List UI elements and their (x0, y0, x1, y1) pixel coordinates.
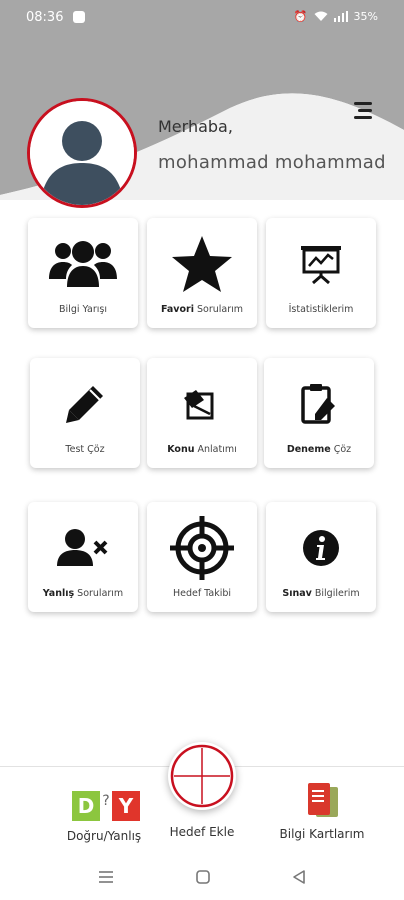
username-text: mohammad mohammad (158, 152, 386, 173)
card-bilgi-yarisi[interactable]: Bilgi Yarışı (28, 218, 138, 328)
back-icon[interactable] (291, 869, 307, 885)
card-deneme-coz[interactable]: Deneme Çöz (264, 358, 374, 468)
wifi-icon (314, 11, 328, 21)
card-konu-anlatimi[interactable]: Konu Anlatımı (147, 358, 257, 468)
menu-icon[interactable] (352, 101, 374, 119)
presentation-chart-icon (266, 236, 376, 292)
alarm-icon: ⏰ (293, 10, 308, 23)
crosshair-icon (147, 516, 257, 580)
users-icon (28, 236, 138, 292)
pencil-icon (30, 376, 140, 432)
card-label: Yanlış Sorularım (42, 588, 124, 599)
star-icon (147, 236, 257, 292)
nav-hedef-ekle-label-wrap: Hedef Ekle (152, 825, 252, 839)
flashcards-icon (302, 781, 342, 821)
hedef-ekle-button[interactable] (168, 742, 236, 810)
book-edit-icon (147, 376, 257, 432)
nav-bilgi-kartlarim[interactable]: Bilgi Kartlarım (270, 781, 374, 841)
avatar[interactable] (27, 98, 137, 208)
nav-dogru-yanlis-label: Doğru/Yanlış (66, 829, 142, 843)
card-label: Deneme Çöz (286, 444, 352, 455)
card-label: Sınav Bilgilerim (282, 588, 360, 599)
battery-level: 35% (353, 10, 378, 23)
recents-icon[interactable] (98, 869, 114, 885)
notification-icon (73, 11, 85, 23)
target-add-icon (170, 744, 234, 808)
card-test-coz[interactable]: Test Çöz (30, 358, 140, 468)
card-label: İstatistiklerim (288, 304, 354, 315)
greeting-text: Merhaba, (158, 117, 233, 136)
card-label: Konu Anlatımı (167, 444, 237, 455)
nav-hedef-ekle-label: Hedef Ekle (169, 825, 235, 839)
home-icon[interactable] (195, 869, 211, 885)
card-label: Bilgi Yarışı (59, 304, 107, 315)
card-sinav-bilgilerim[interactable]: Sınav Bilgilerim (266, 502, 376, 612)
clipboard-edit-icon (264, 376, 374, 432)
dogru-yanlis-icon: D ? Y (64, 789, 144, 823)
signal-icon (333, 11, 348, 22)
card-istatistiklerim[interactable]: İstatistiklerim (266, 218, 376, 328)
card-label: Hedef Takibi (172, 588, 232, 599)
status-time: 08:36 (26, 10, 64, 25)
nav-bilgi-kartlarim-label: Bilgi Kartlarım (279, 827, 365, 841)
card-favori-sorularim[interactable]: Favori Sorularım (147, 218, 257, 328)
system-navbar (0, 860, 404, 900)
card-yanlis-sorularim[interactable]: Yanlış Sorularım (28, 502, 138, 612)
status-icons: ⏰ 35% (294, 10, 378, 23)
info-icon (266, 520, 376, 576)
card-label: Test Çöz (65, 444, 105, 455)
nav-dogru-yanlis[interactable]: D ? Y Doğru/Yanlış (58, 789, 150, 843)
card-hedef-takibi[interactable]: Hedef Takibi (147, 502, 257, 612)
card-label: Favori Sorularım (160, 304, 244, 315)
status-bar: 08:36 ⏰ 35% (0, 0, 404, 36)
user-times-icon (28, 520, 138, 576)
